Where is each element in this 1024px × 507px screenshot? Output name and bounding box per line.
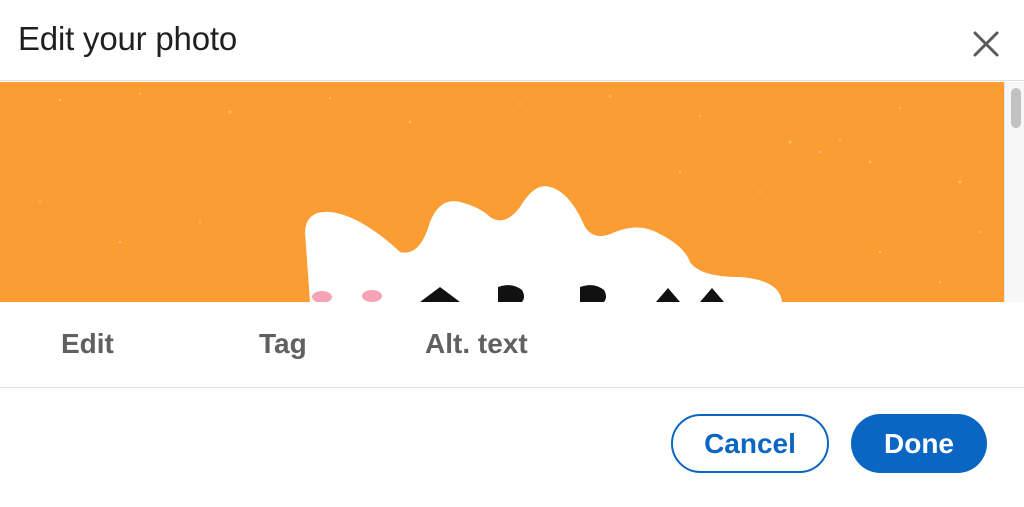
- close-icon: [973, 31, 999, 57]
- tab-edit[interactable]: Edit: [61, 328, 114, 360]
- done-button[interactable]: Done: [851, 414, 987, 473]
- dialog-footer: Cancel Done: [0, 389, 1024, 507]
- edit-photo-dialog: Edit your photo Edit Tag Alt. text Cance…: [0, 0, 1024, 507]
- tab-tag[interactable]: Tag: [259, 328, 307, 360]
- tab-alt-text[interactable]: Alt. text: [425, 328, 528, 360]
- photo-image: [0, 82, 1004, 302]
- photo-preview: [0, 82, 1004, 302]
- dialog-title: Edit your photo: [18, 20, 237, 57]
- cancel-button[interactable]: Cancel: [671, 414, 829, 473]
- close-button[interactable]: [966, 24, 1006, 64]
- dialog-header: Edit your photo: [0, 0, 1024, 81]
- edit-tabs: Edit Tag Alt. text: [0, 302, 1024, 388]
- image-scrollbar[interactable]: [1004, 82, 1024, 302]
- scrollbar-thumb[interactable]: [1011, 88, 1021, 128]
